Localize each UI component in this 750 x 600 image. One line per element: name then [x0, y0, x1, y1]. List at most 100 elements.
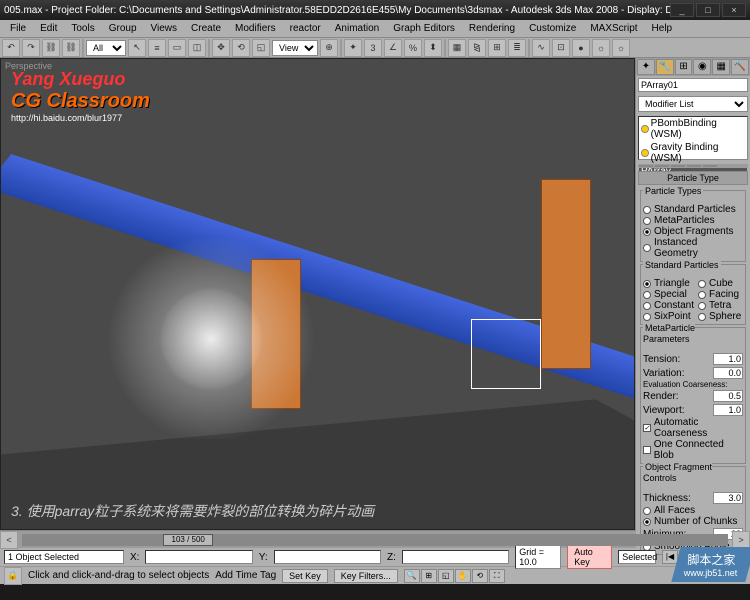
zoom-all-icon[interactable]: ⊞	[421, 569, 437, 583]
radio-metaparticles[interactable]: MetaParticles	[643, 215, 743, 226]
radio-facing[interactable]: Facing	[698, 289, 743, 300]
close-button[interactable]: ×	[722, 3, 746, 17]
zoom-extents-icon[interactable]: ◱	[438, 569, 454, 583]
rotate-icon[interactable]: ⟲	[232, 39, 250, 57]
menu-customize[interactable]: Customize	[523, 21, 582, 36]
menu-help[interactable]: Help	[646, 21, 679, 36]
radio-sixpoint[interactable]: SixPoint	[643, 311, 694, 322]
viewport-spinner[interactable]	[713, 404, 743, 416]
named-sel-icon[interactable]: ▦	[448, 39, 466, 57]
link-icon[interactable]: ⛓	[42, 39, 60, 57]
radio-sphere[interactable]: Sphere	[698, 311, 743, 322]
unlink-icon[interactable]: ⛓	[62, 39, 80, 57]
maximize-viewport-icon[interactable]: ⛶	[489, 569, 505, 583]
menu-animation[interactable]: Animation	[329, 21, 385, 36]
z-field[interactable]	[402, 550, 509, 564]
tab-motion-icon[interactable]: ◉	[693, 59, 711, 75]
variation-spinner[interactable]	[713, 367, 743, 379]
keyfilters-button[interactable]: Key Filters...	[334, 569, 398, 583]
scale-icon[interactable]: ◱	[252, 39, 270, 57]
curve-editor-icon[interactable]: ∿	[532, 39, 550, 57]
radio-object-fragments[interactable]: Object Fragments	[643, 226, 743, 237]
mirror-icon[interactable]: ⧎	[468, 39, 486, 57]
tab-create-icon[interactable]: ✦	[637, 59, 655, 75]
tab-display-icon[interactable]: ▦	[712, 59, 730, 75]
chk-one-blob[interactable]: One Connected Blob	[643, 439, 743, 461]
show-result-icon[interactable]	[655, 165, 669, 167]
bulb-icon[interactable]	[641, 149, 649, 157]
manipulate-icon[interactable]: ✦	[344, 39, 362, 57]
x-field[interactable]	[145, 550, 252, 564]
select-icon[interactable]: ↖	[128, 39, 146, 57]
tab-utilities-icon[interactable]: 🔨	[731, 59, 749, 75]
remove-icon[interactable]	[687, 165, 701, 167]
radio-special[interactable]: Special	[643, 289, 694, 300]
menu-modifiers[interactable]: Modifiers	[229, 21, 282, 36]
radio-constant[interactable]: Constant	[643, 300, 694, 311]
thickness-spinner[interactable]	[713, 492, 743, 504]
menu-maxscript[interactable]: MAXScript	[584, 21, 643, 36]
pan-icon[interactable]: ✋	[455, 569, 471, 583]
menu-create[interactable]: Create	[185, 21, 227, 36]
chk-auto-coarseness[interactable]: Automatic Coarseness	[643, 417, 743, 439]
bulb-icon[interactable]	[641, 125, 649, 133]
render-icon[interactable]: ☼	[612, 39, 630, 57]
time-handle[interactable]: 103 / 500	[163, 534, 213, 546]
zoom-icon[interactable]: 🔍	[404, 569, 420, 583]
time-slider[interactable]: < 103 / 500 >	[0, 530, 750, 548]
radio-cube[interactable]: Cube	[698, 278, 743, 289]
menu-views[interactable]: Views	[145, 21, 184, 36]
radio-standard-particles[interactable]: Standard Particles	[643, 204, 743, 215]
setkey-button[interactable]: Set Key	[282, 569, 328, 583]
percent-snap-icon[interactable]: %	[404, 39, 422, 57]
menu-grapheditors[interactable]: Graph Editors	[387, 21, 461, 36]
radio-triangle[interactable]: Triangle	[643, 278, 694, 289]
viewport-perspective[interactable]: Perspective Yang Xueguo CG Classroom htt…	[0, 58, 635, 530]
tab-modify-icon[interactable]: 🔧	[656, 59, 674, 75]
undo-icon[interactable]: ↶	[2, 39, 20, 57]
menu-group[interactable]: Group	[103, 21, 143, 36]
tension-spinner[interactable]	[713, 353, 743, 365]
pivot-icon[interactable]: ⊕	[320, 39, 338, 57]
lock-icon[interactable]: 🔒	[4, 567, 22, 585]
move-icon[interactable]: ✥	[212, 39, 230, 57]
time-tag[interactable]: Add Time Tag	[215, 570, 276, 581]
minimize-button[interactable]: _	[670, 3, 694, 17]
radio-instanced-geometry[interactable]: Instanced Geometry	[643, 237, 743, 259]
angle-snap-icon[interactable]: ∠	[384, 39, 402, 57]
align-icon[interactable]: ⊞	[488, 39, 506, 57]
menu-rendering[interactable]: Rendering	[463, 21, 521, 36]
autokey-button[interactable]: Auto Key	[567, 545, 612, 569]
orbit-icon[interactable]: ⟲	[472, 569, 488, 583]
schematic-icon[interactable]: ⊡	[552, 39, 570, 57]
timeline-prev-icon[interactable]: <	[0, 531, 18, 549]
pin-icon[interactable]	[639, 165, 653, 167]
modifier-list[interactable]: Modifier List	[638, 96, 748, 112]
maximize-button[interactable]: □	[696, 3, 720, 17]
render-spinner[interactable]	[713, 390, 743, 402]
window-crossing-icon[interactable]: ◫	[188, 39, 206, 57]
object-name-field[interactable]	[638, 78, 748, 92]
keymode-select[interactable]: Selected	[618, 550, 656, 564]
unique-icon[interactable]	[671, 165, 685, 167]
layer-icon[interactable]: ≣	[508, 39, 526, 57]
select-rect-icon[interactable]: ▭	[168, 39, 186, 57]
tab-hierarchy-icon[interactable]: ⊞	[675, 59, 693, 75]
menu-edit[interactable]: Edit	[34, 21, 63, 36]
radio-all-faces[interactable]: All Faces	[643, 505, 743, 516]
radio-tetra[interactable]: Tetra	[698, 300, 743, 311]
material-icon[interactable]: ●	[572, 39, 590, 57]
ref-coord-sys[interactable]: View	[272, 40, 318, 56]
radio-num-chunks[interactable]: Number of Chunks	[643, 516, 743, 527]
spinner-snap-icon[interactable]: ⬍	[424, 39, 442, 57]
y-field[interactable]	[274, 550, 381, 564]
configure-icon[interactable]	[703, 165, 717, 167]
selection-filter[interactable]: All	[86, 40, 126, 56]
rollout-particle-type[interactable]: Particle Type	[638, 171, 748, 185]
select-name-icon[interactable]: ≡	[148, 39, 166, 57]
redo-icon[interactable]: ↷	[22, 39, 40, 57]
menu-reactor[interactable]: reactor	[284, 21, 327, 36]
transform-gizmo[interactable]	[471, 319, 541, 389]
menu-tools[interactable]: Tools	[65, 21, 100, 36]
snap-icon[interactable]: 3	[364, 39, 382, 57]
